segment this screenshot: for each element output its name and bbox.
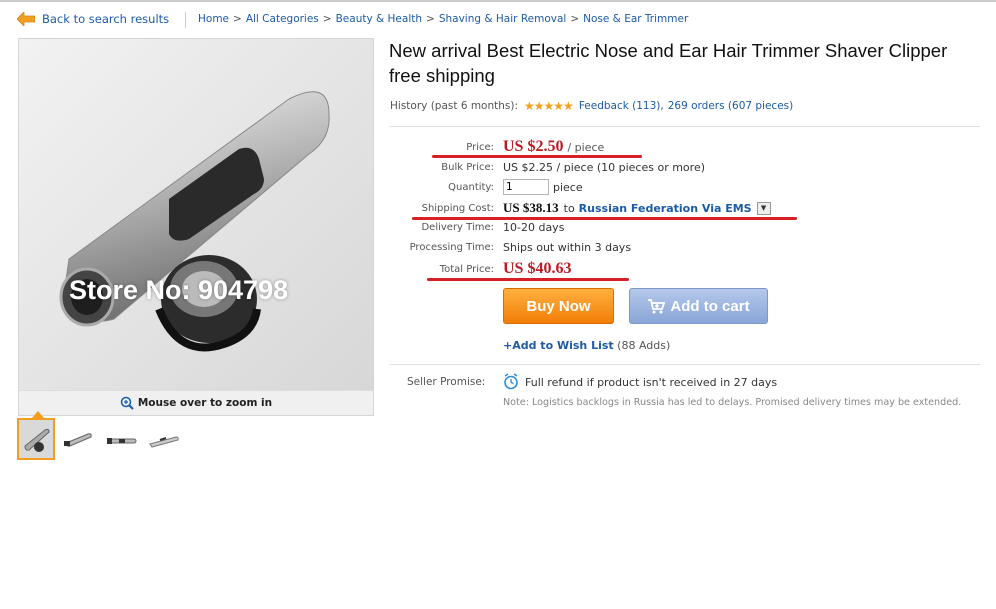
quantity-row: Quantity: piece <box>390 179 583 195</box>
bulk-price-label: Bulk Price: <box>441 162 494 173</box>
thumbnail-1[interactable] <box>17 411 55 460</box>
divider <box>390 126 980 127</box>
breadcrumb-nose-ear-trimmer[interactable]: Nose & Ear Trimmer <box>583 13 688 25</box>
seller-promise-label: Seller Promise: <box>407 376 486 388</box>
thumbnail-image <box>24 428 50 452</box>
divider <box>390 364 980 365</box>
refund-promise: Full refund if product isn't received in… <box>525 376 778 389</box>
product-photo <box>19 39 373 391</box>
processing-row: Processing Time: Ships out within 3 days <box>390 241 631 254</box>
product-title: New arrival Best Electric Nose and Ear H… <box>389 40 948 86</box>
breadcrumb-divider <box>185 12 186 28</box>
bulk-price-row: Bulk Price: US $2.25 / piece (10 pieces … <box>390 161 705 174</box>
back-link-label: Back to search results <box>42 12 170 26</box>
add-to-cart-label: Add to cart <box>670 297 750 315</box>
zoom-in-icon <box>120 396 134 410</box>
shipping-label: Shipping Cost: <box>421 202 494 214</box>
thumbnail-image <box>64 433 92 447</box>
history-label: History (past 6 months): <box>390 100 519 112</box>
shipping-dropdown-icon[interactable]: ▼ <box>756 201 771 215</box>
shipping-to: to <box>563 201 575 215</box>
buy-now-button[interactable]: Buy Now <box>503 288 614 324</box>
store-watermark: Store No: 904798 <box>69 275 289 305</box>
cart-icon <box>648 299 666 314</box>
price-unit: / piece <box>567 140 605 154</box>
logistics-note: Note: Logistics backlogs in Russia has l… <box>503 397 962 408</box>
add-to-wish-list-link[interactable]: +Add to Wish List <box>503 339 614 352</box>
shipping-row: Shipping Cost: US $38.13 to Russian Fede… <box>390 200 771 216</box>
thumbnail-2[interactable] <box>60 418 98 460</box>
thumbnail-strip <box>17 411 189 460</box>
total-price-label: Total Price: <box>439 263 494 275</box>
breadcrumb-home[interactable]: Home <box>198 13 229 25</box>
history-row: History (past 6 months): ★★★★★ Feedback … <box>390 99 793 113</box>
price-label: Price: <box>466 141 494 153</box>
back-arrow-icon <box>17 12 35 26</box>
breadcrumb-beauty-health[interactable]: Beauty & Health <box>336 13 422 25</box>
add-to-cart-button[interactable]: Add to cart <box>629 288 768 324</box>
thumbnail-3[interactable] <box>103 418 141 460</box>
bulk-price-value: US $2.25 / piece (10 pieces or more) <box>503 161 706 174</box>
shipping-destination-link[interactable]: Russian Federation Via EMS <box>579 202 752 215</box>
feedback-link[interactable]: Feedback (113), <box>579 100 664 112</box>
delivery-value: 10-20 days <box>503 221 565 234</box>
quantity-input[interactable] <box>503 179 549 195</box>
orders-link[interactable]: 269 orders (607 pieces) <box>668 100 794 112</box>
shipping-value: US $38.13 <box>503 200 559 215</box>
processing-label: Processing Time: <box>409 242 494 253</box>
price-value: US $2.50 <box>503 138 564 155</box>
total-price-value: US $40.63 <box>503 260 572 277</box>
total-price-row: Total Price: US $40.63 <box>390 260 572 278</box>
breadcrumb: Home > All Categories > Beauty & Health > Shav… <box>198 13 689 25</box>
zoom-hint-label: Mouse over to zoom in <box>137 397 273 409</box>
wish-list-row: +Add to Wish List (88 Adds) <box>503 339 670 352</box>
shipping-highlight-underline <box>412 217 797 220</box>
selected-caret <box>32 411 44 418</box>
clock-icon <box>504 373 518 390</box>
back-to-search-link[interactable]: Back to search results <box>17 11 169 27</box>
breadcrumb-all-categories[interactable]: All Categories <box>246 13 319 25</box>
thumbnail-image <box>107 438 137 444</box>
quantity-label: Quantity: <box>448 181 494 193</box>
top-border <box>0 0 996 2</box>
wish-list-count: (88 Adds) <box>617 339 671 352</box>
processing-value: Ships out within 3 days <box>503 241 632 254</box>
price-row: Price: US $2.50/ piece <box>390 138 604 156</box>
total-highlight-underline <box>427 278 629 281</box>
thumbnail-4[interactable] <box>146 418 184 460</box>
thumbnail-image <box>149 436 179 448</box>
breadcrumb-shaving[interactable]: Shaving & Hair Removal <box>439 13 566 25</box>
price-highlight-underline <box>432 155 642 158</box>
zoom-hint-bar: Mouse over to zoom in <box>19 390 373 415</box>
product-image-viewer[interactable]: Store No: 904798 Mouse over to zoom in <box>18 38 374 416</box>
quantity-unit: piece <box>553 180 583 194</box>
delivery-label: Delivery Time: <box>421 222 494 233</box>
delivery-row: Delivery Time: 10-20 days <box>390 221 564 234</box>
rating-stars-icon: ★★★★★ <box>524 99 574 113</box>
